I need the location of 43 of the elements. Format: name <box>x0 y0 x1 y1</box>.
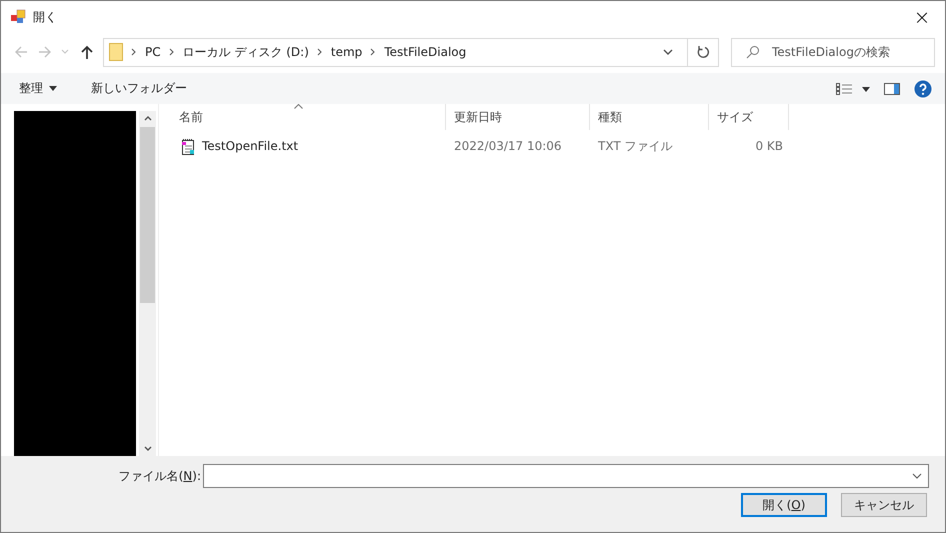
breadcrumb[interactable]: TestFileDialog <box>384 45 466 59</box>
refresh-icon[interactable] <box>696 45 710 59</box>
search-icon <box>746 45 760 59</box>
table-cell-text: 2022/03/17 10:06 <box>453 139 563 153</box>
chevron-right-icon[interactable] <box>168 48 175 56</box>
window-title: 開く <box>33 8 57 26</box>
close-button[interactable]: × <box>899 1 945 33</box>
dropdown-icon[interactable] <box>663 48 673 56</box>
file-row[interactable]: TestOpenFile.txt 2022/03/17 10:06 TXT ファイル 0 KB <box>159 130 945 162</box>
breadcrumb[interactable]: PC <box>145 45 161 59</box>
address-bar[interactable]: PC ローカル ディスク (D:) temp TestFileDialog <box>103 38 719 66</box>
cancel-button[interactable]: キャンセル <box>841 493 927 517</box>
column-header[interactable]: 更新日時 <box>446 104 590 130</box>
dropdown-icon[interactable] <box>912 473 922 479</box>
column-header[interactable]: 種類 <box>590 104 709 130</box>
table-cell-text: TXT ファイル <box>597 138 674 154</box>
chevron-right-icon[interactable] <box>316 48 323 56</box>
table-cell-text: 0 KB <box>754 139 784 153</box>
chevron-right-icon[interactable] <box>370 48 376 56</box>
file-name-label: ファイル名(N): <box>118 468 201 484</box>
search-field[interactable]: TestFileDialogの検索 <box>731 38 935 66</box>
organize-button[interactable]: 整理 <box>9 76 67 101</box>
scroll-up-icon[interactable] <box>144 115 152 121</box>
file-name-field[interactable] <box>203 464 929 488</box>
app-icon <box>10 9 26 25</box>
column-header[interactable]: サイズ <box>709 104 789 130</box>
view-options-icon[interactable] <box>836 82 870 94</box>
new-folder-button[interactable]: 新しいフォルダー <box>81 76 197 101</box>
scrollbar[interactable] <box>139 111 156 456</box>
column-header[interactable]: 名前 <box>171 104 446 130</box>
open-button[interactable]: 開く(O) <box>741 493 827 517</box>
file-name: TestOpenFile.txt <box>202 139 298 153</box>
sort-caret-icon <box>294 104 304 109</box>
text-file-icon <box>181 138 195 154</box>
up-arrow-icon[interactable] <box>79 44 95 60</box>
folder-icon <box>109 43 123 61</box>
scroll-down-icon[interactable] <box>144 446 152 452</box>
breadcrumb[interactable]: temp <box>330 45 362 59</box>
caret-down-icon <box>49 86 57 91</box>
preview-pane-icon[interactable] <box>884 82 900 94</box>
help-icon[interactable] <box>914 80 932 98</box>
breadcrumb[interactable]: ローカル ディスク (D:) <box>182 44 309 60</box>
chevron-right-icon[interactable] <box>131 48 137 56</box>
